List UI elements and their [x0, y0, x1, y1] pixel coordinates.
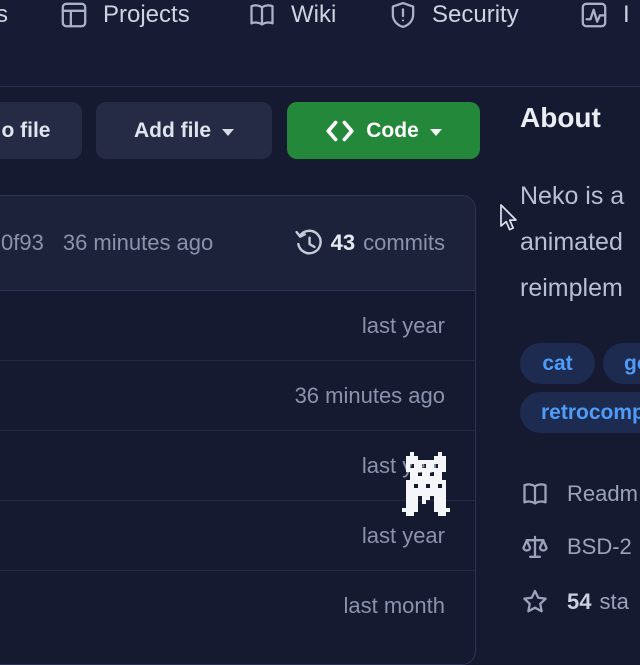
file-updated: last year	[362, 313, 445, 339]
go-to-file-label: o file	[1, 119, 50, 143]
readme-label: Readm	[567, 481, 638, 507]
neko-cat-sprite	[402, 452, 450, 516]
commit-time: 36 minutes ago	[63, 230, 213, 256]
about-line: reimplem	[520, 265, 624, 311]
commits-label: commits	[363, 230, 445, 256]
chevron-down-icon	[222, 129, 234, 136]
book-icon	[521, 480, 549, 508]
file-row[interactable]: last year	[0, 291, 475, 361]
book-icon	[248, 1, 276, 29]
nav-item-security[interactable]: Security	[389, 0, 519, 30]
files-panel: 0f93 36 minutes ago 43 commits last year…	[0, 195, 476, 665]
repo-nav-bar: s Projects Wiki Security I	[0, 0, 640, 87]
table-icon	[60, 1, 88, 29]
graph-icon	[580, 1, 608, 29]
commit-hash[interactable]: 0f93	[1, 230, 44, 256]
nav-wiki-label: Wiki	[291, 1, 336, 29]
go-to-file-button[interactable]: o file	[0, 102, 82, 159]
latest-commit-bar[interactable]: 0f93 36 minutes ago 43 commits	[0, 196, 475, 291]
star-icon	[521, 588, 549, 616]
tag-label: go	[624, 352, 640, 376]
about-description: Neko is a animated reimplem	[520, 173, 624, 311]
history-icon	[294, 228, 324, 258]
mouse-cursor-icon	[498, 203, 520, 233]
code-icon	[325, 120, 355, 142]
tag-label: retrocomp	[541, 401, 640, 425]
file-row[interactable]: 36 minutes ago	[0, 361, 475, 431]
topic-tag-cat[interactable]: cat	[520, 343, 595, 384]
chevron-down-icon	[430, 129, 442, 136]
about-line: animated	[520, 219, 624, 265]
stars-link[interactable]: 54 sta	[521, 586, 629, 618]
nav-projects-label: Projects	[103, 1, 190, 29]
shield-icon	[389, 1, 417, 29]
license-link[interactable]: BSD-2	[521, 531, 632, 563]
nav-item-wiki[interactable]: Wiki	[248, 0, 336, 30]
nav-insights-label: I	[623, 1, 630, 29]
file-updated: last month	[344, 593, 446, 619]
commits-count: 43	[331, 230, 355, 256]
nav-item-insights[interactable]: I	[580, 0, 630, 30]
stars-count: 54	[567, 589, 591, 614]
readme-link[interactable]: Readm	[521, 478, 638, 510]
code-button[interactable]: Code	[287, 102, 480, 159]
file-updated: 36 minutes ago	[295, 383, 445, 409]
about-line: Neko is a	[520, 173, 624, 219]
commits-link[interactable]: 43 commits	[294, 228, 445, 258]
nav-fragment-label: s	[0, 1, 8, 29]
tag-label: cat	[542, 352, 572, 376]
code-label: Code	[366, 119, 419, 143]
topic-tag-go[interactable]: go	[603, 343, 640, 384]
nav-item-projects[interactable]: Projects	[60, 0, 190, 30]
about-heading: About	[520, 102, 601, 134]
add-file-button[interactable]: Add file	[96, 102, 272, 159]
add-file-label: Add file	[134, 119, 211, 143]
nav-security-label: Security	[432, 1, 519, 29]
topic-tag-retrocomputing[interactable]: retrocomp	[520, 392, 640, 433]
stars-label: sta	[599, 589, 628, 614]
nav-item-fragment[interactable]: s	[0, 0, 8, 30]
law-icon	[521, 533, 549, 561]
file-updated: last year	[362, 523, 445, 549]
file-row[interactable]: last month	[0, 571, 475, 641]
license-label: BSD-2	[567, 534, 632, 560]
